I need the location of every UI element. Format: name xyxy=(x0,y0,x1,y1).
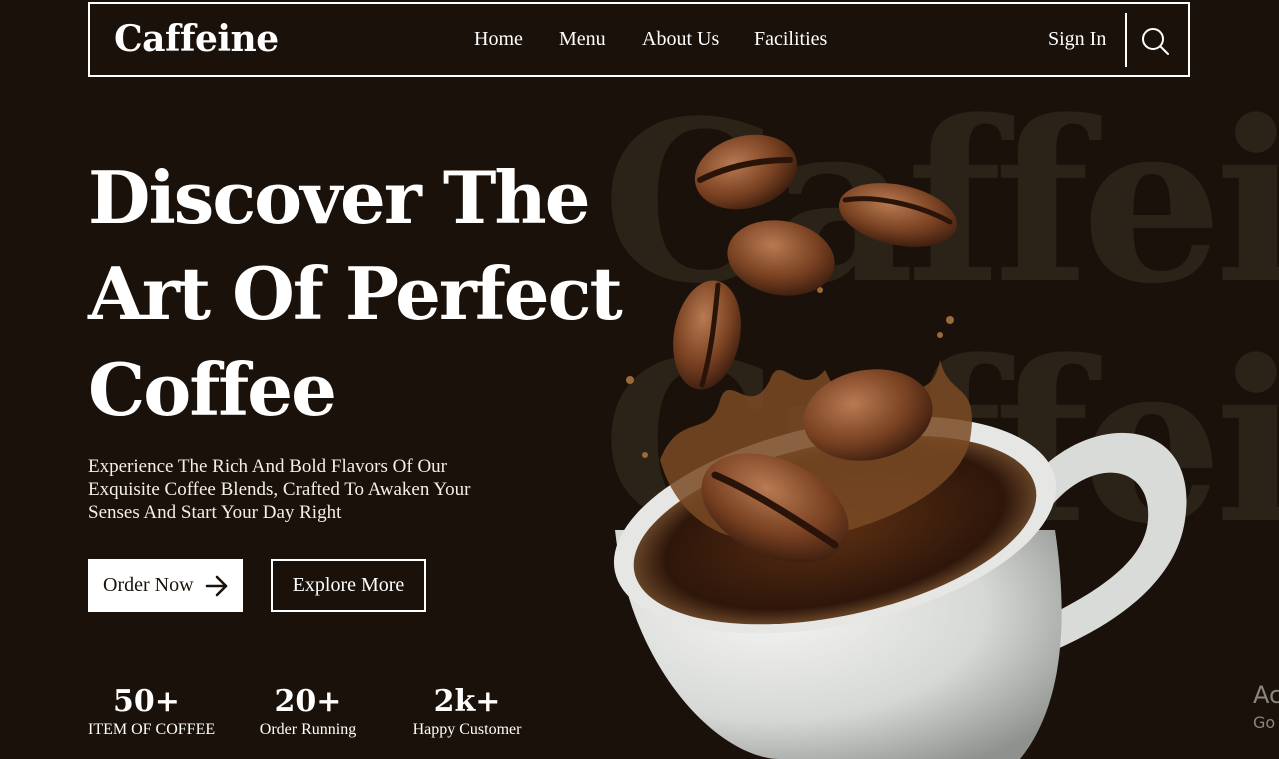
activate-windows-watermark: Ac Go xyxy=(1253,681,1279,733)
order-now-button[interactable]: Order Now xyxy=(88,559,243,612)
stat-label: ITEM OF COFFEE xyxy=(88,721,216,738)
search-icon xyxy=(1142,28,1169,55)
explore-more-label: Explore More xyxy=(292,574,405,596)
nav-links: Home Menu About Us Facilities xyxy=(90,28,1188,54)
order-now-label: Order Now xyxy=(103,574,194,596)
stat-item: 2k+ Happy Customer xyxy=(408,684,526,740)
coffee-cup-image xyxy=(613,134,1187,759)
hero-title: Discover The Art Of Perfect Coffee xyxy=(88,150,623,438)
stat-value: 2k+ xyxy=(433,684,501,719)
hero-description: Experience The Rich And Bold Flavors Of … xyxy=(88,456,471,523)
stat-item: 50+ ITEM OF COFFEE xyxy=(88,684,216,740)
stat-label: Happy Customer xyxy=(412,721,522,738)
stat-value: 20+ xyxy=(274,684,342,719)
activate-line-2: Go xyxy=(1253,713,1276,732)
sign-in-link[interactable]: Sign In xyxy=(1048,28,1106,51)
stat-label: Order Running xyxy=(259,721,357,738)
hero-title-line: Coffee xyxy=(88,347,337,432)
nav-divider xyxy=(1125,13,1127,67)
hero-title-line: Art Of Perfect xyxy=(88,251,623,336)
nav-link-home[interactable]: Home xyxy=(474,28,523,51)
page: Caffein Caffein xyxy=(0,0,1279,759)
nav-link-menu[interactable]: Menu xyxy=(559,28,606,51)
explore-more-button[interactable]: Explore More xyxy=(271,559,426,612)
navbar: Caffeine Home Menu About Us Facilities S… xyxy=(88,2,1190,77)
stat-value: 50+ xyxy=(113,684,180,719)
nav-link-about-us[interactable]: About Us xyxy=(642,28,719,51)
activate-line-1: Ac xyxy=(1253,681,1279,709)
stat-item: 20+ Order Running xyxy=(256,684,360,740)
arrow-right-icon xyxy=(205,575,227,596)
nav-link-facilities[interactable]: Facilities xyxy=(754,28,827,51)
hero-title-line: Discover The xyxy=(88,155,591,240)
search-button[interactable] xyxy=(1138,24,1172,58)
